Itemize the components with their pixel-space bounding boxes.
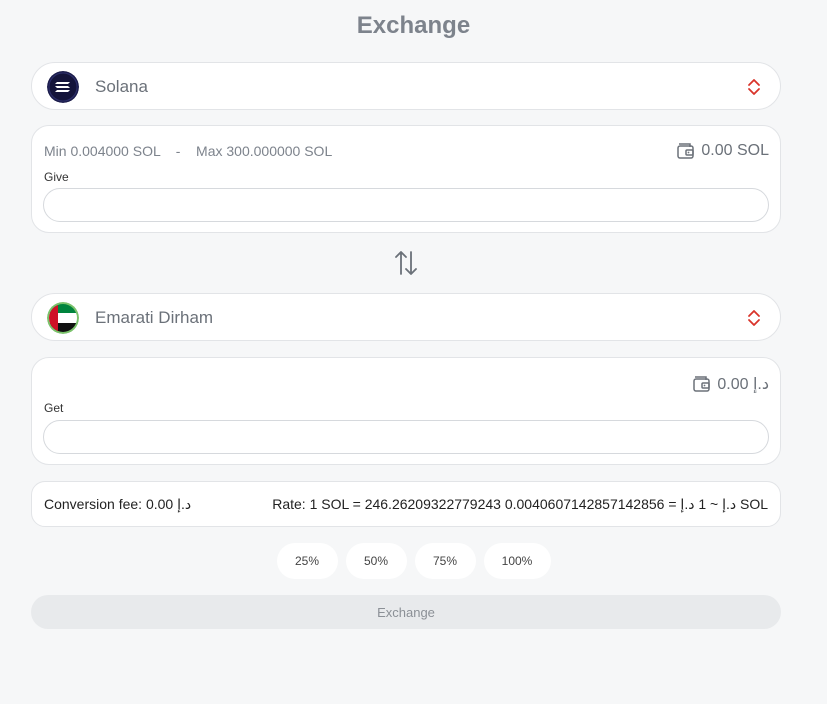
give-currency-select[interactable]: Solana [31, 62, 781, 110]
percent-100-button[interactable]: 100% [483, 543, 551, 579]
min-limit: Min 0.004000 SOL [44, 143, 161, 159]
get-amount-input[interactable] [43, 420, 769, 454]
get-currency-select[interactable]: Emarati Dirham [31, 293, 781, 341]
chevron-updown-icon [748, 79, 760, 95]
give-amount-card: Min 0.004000 SOL - Max 300.000000 SOL 0.… [31, 125, 781, 233]
give-field-label: Give [44, 170, 69, 184]
get-balance: 0.00 د.إ [692, 374, 769, 394]
exchange-rate: Rate: 1 SOL = 246.26209322779243 د.إ ~ 1… [272, 496, 768, 512]
solana-logo-icon [47, 71, 79, 103]
wallet-icon [677, 143, 695, 159]
percent-75-button[interactable]: 75% [414, 543, 476, 579]
get-field-label: Get [44, 401, 64, 415]
get-amount-card: 0.00 د.إ Get [31, 357, 781, 465]
uae-flag-icon [47, 302, 79, 334]
max-limit: Max 300.000000 SOL [196, 143, 333, 159]
conversion-info: Conversion fee: 0.00 د.إ Rate: 1 SOL = 2… [31, 481, 781, 527]
swap-arrows-icon[interactable] [394, 249, 418, 277]
get-currency-name: Emarati Dirham [95, 308, 214, 327]
conversion-fee: Conversion fee: 0.00 د.إ [44, 496, 192, 512]
get-balance-value: 0.00 د.إ [717, 376, 769, 393]
give-amount-input[interactable] [43, 188, 769, 222]
give-currency-name: Solana [95, 77, 148, 96]
give-balance: 0.00 SOL [676, 142, 769, 160]
percent-buttons: 25% 50% 75% 100% [0, 543, 827, 579]
percent-25-button[interactable]: 25% [276, 543, 338, 579]
give-limits: Min 0.004000 SOL - Max 300.000000 SOL [44, 143, 332, 159]
limit-separator: - [175, 143, 181, 159]
exchange-button[interactable]: Exchange [31, 595, 781, 629]
wallet-icon [693, 376, 711, 392]
give-balance-value: 0.00 SOL [701, 142, 769, 159]
page-title: Exchange [356, 12, 471, 39]
chevron-updown-icon [748, 310, 760, 326]
percent-50-button[interactable]: 50% [345, 543, 407, 579]
